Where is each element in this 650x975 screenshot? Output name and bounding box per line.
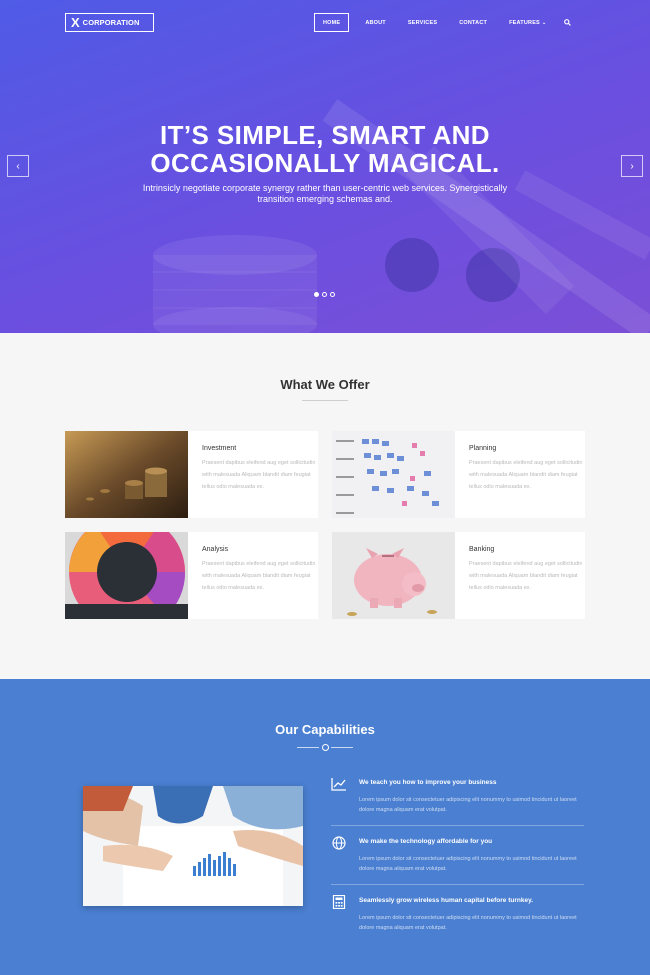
banking-image [332,532,455,619]
nav-contact[interactable]: CONTACT [451,13,501,32]
hero-title: IT’S SIMPLE, SMART AND OCCASIONALLY MAGI… [0,121,650,177]
card-title: Analysis [202,546,229,553]
hero-title-line-2: OCCASIONALLY MAGICAL. [150,148,500,178]
capabilities-photo [83,786,303,906]
card-body: Banking Praesent dapibus eleifend aug eg… [455,532,597,619]
offer-card-analysis[interactable]: Analysis Praesent dapibus eleifend aug e… [65,532,318,619]
brand-name: CORPORATION [82,18,140,27]
capability-text: Lorem ipsum dolor sit consectetuer adipi… [359,797,577,813]
slider-next-button[interactable]: › [621,155,643,177]
planning-image [332,431,455,518]
brand-mark: X [71,15,80,30]
slider-dot[interactable] [330,292,335,297]
offer-card-banking[interactable]: Banking Praesent dapibus eleifend aug eg… [332,532,585,619]
investment-image [65,431,188,518]
slider-dots [314,292,335,297]
offer-card-planning[interactable]: Planning Praesent dapibus eleifend aug e… [332,431,585,518]
globe-icon [332,836,346,850]
capabilities-section: Our Capabilities We teach you how to imp… [0,679,650,975]
offer-section: What We Offer Investment Praesent dapibu… [0,333,650,679]
calculator-icon [332,895,346,909]
hero-subtitle-line-1: Intrinsicly negotiate corporate synergy … [142,183,508,193]
nav-services[interactable]: SERVICES [400,13,451,32]
card-text: Praesent dapibus eleifend aug eget solli… [202,561,316,591]
hero-subtitle-line-2: transition emerging schemas and. [257,194,393,204]
capability-divider [331,825,584,826]
title-divider [297,747,319,748]
main-nav: HOME ABOUT SERVICES CONTACT FEATURES ⌄ [314,13,579,32]
hero-subtitle: Intrinsicly negotiate corporate synergy … [130,183,520,205]
slider-dot[interactable] [314,292,319,297]
card-title: Investment [202,445,237,452]
title-divider-circle [322,744,329,751]
card-body: Investment Praesent dapibus eleifend aug… [188,431,330,518]
card-body: Analysis Praesent dapibus eleifend aug e… [188,532,330,619]
search-icon[interactable] [556,13,579,32]
capability-title: We make the technology affordable for yo… [359,838,493,845]
card-text: Praesent dapibus eleifend aug eget solli… [469,460,583,490]
capability-title: We teach you how to improve your busines… [359,779,497,786]
capability-text: Lorem ipsum dolor sit consectetuer adipi… [359,856,577,872]
nav-about[interactable]: ABOUT [357,13,400,32]
title-divider [331,747,353,748]
capability-text: Lorem ipsum dolor sit consectetuer adipi… [359,915,577,931]
capability-title: Seamlessly grow wireless human capital b… [359,897,534,904]
offer-title: What We Offer [280,377,370,392]
brand-logo[interactable]: X CORPORATION [65,13,154,32]
card-text: Praesent dapibus eleifend aug eget solli… [469,561,583,591]
chevron-down-icon: ⌄ [541,19,547,26]
card-title: Planning [469,445,497,452]
card-text: Praesent dapibus eleifend aug eget solli… [202,460,316,490]
analysis-image [65,532,188,619]
title-divider [302,400,348,401]
card-title: Banking [469,546,495,553]
capability-divider [331,884,584,885]
hero-title-line-1: IT’S SIMPLE, SMART AND [160,120,490,150]
slider-dot[interactable] [322,292,327,297]
nav-features-label: FEATURES [509,19,540,26]
nav-home[interactable]: HOME [314,13,350,32]
capabilities-title: Our Capabilities [275,722,375,737]
nav-features[interactable]: FEATURES ⌄ [501,13,554,32]
card-body: Planning Praesent dapibus eleifend aug e… [455,431,597,518]
chart-line-icon [331,778,346,791]
offer-card-investment[interactable]: Investment Praesent dapibus eleifend aug… [65,431,318,518]
slider-prev-button[interactable]: ‹ [7,155,29,177]
hero-slider: X CORPORATION HOME ABOUT SERVICES CONTAC… [0,0,650,333]
